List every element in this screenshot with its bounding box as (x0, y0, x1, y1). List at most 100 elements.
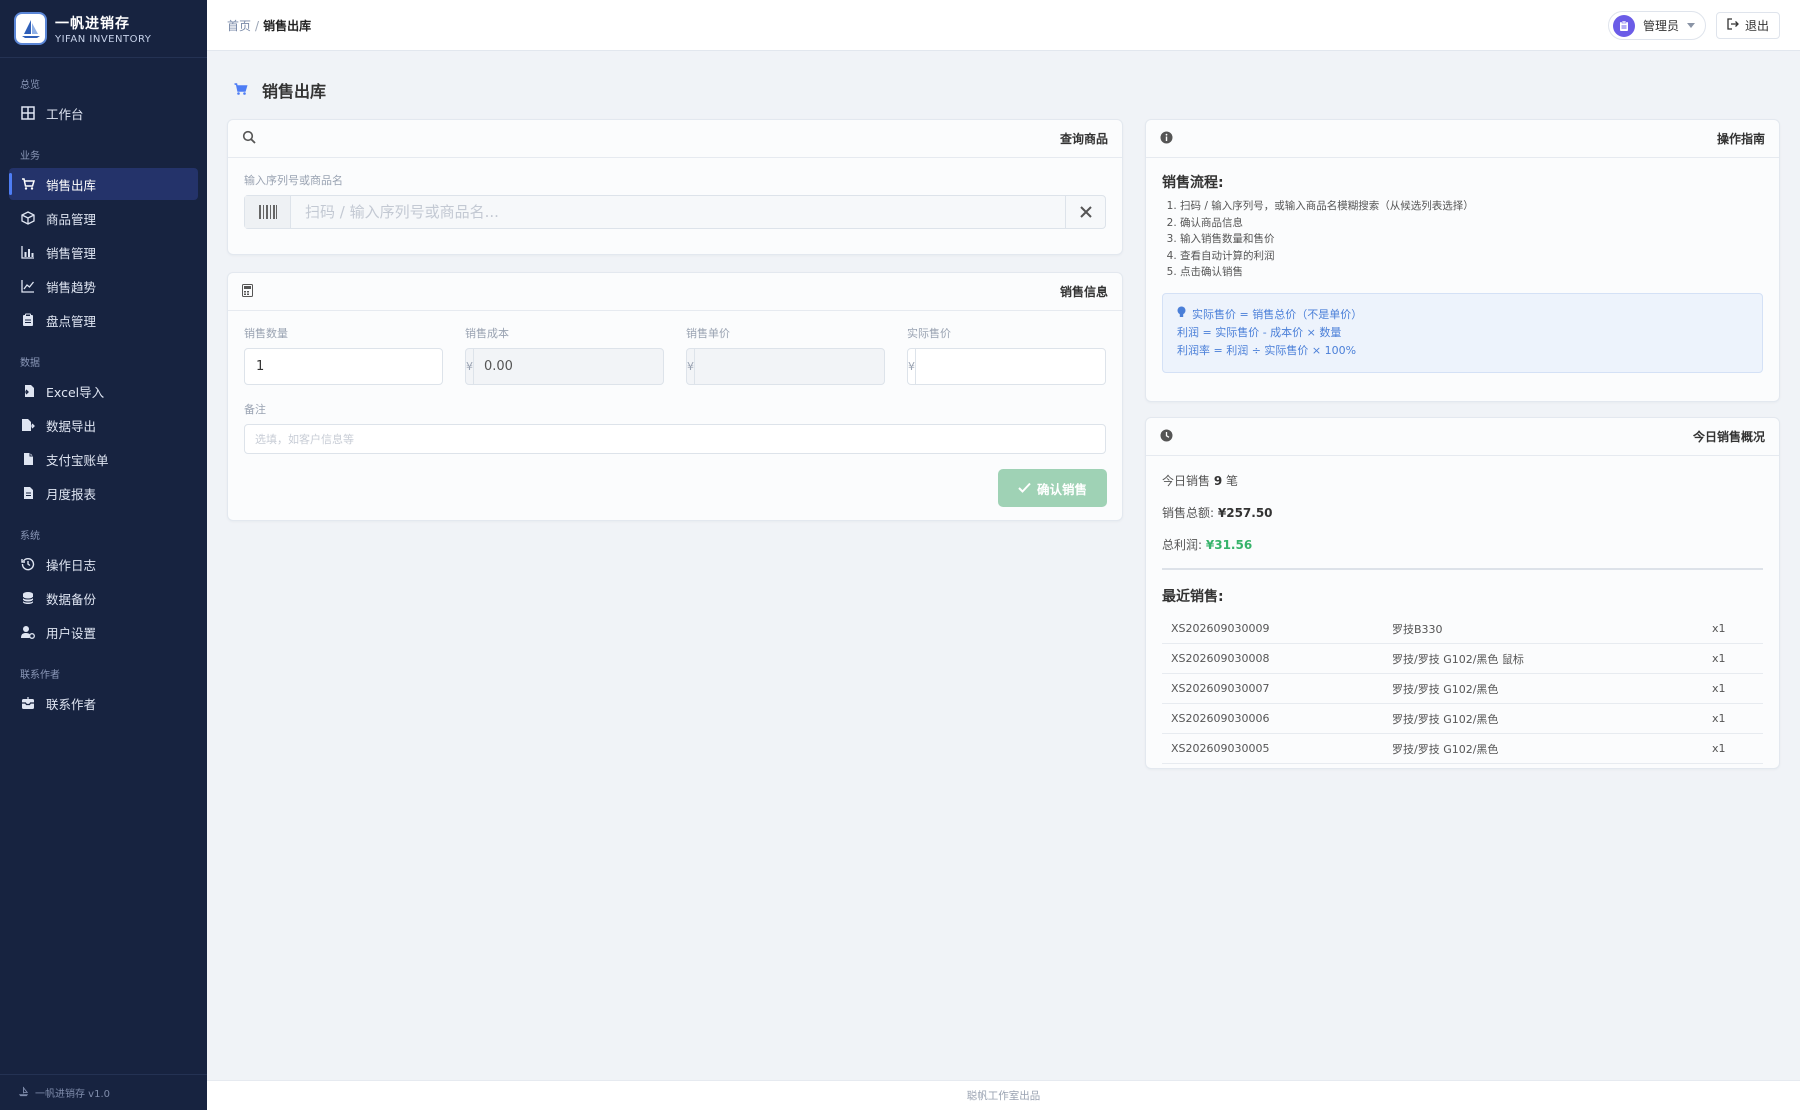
sidebar-item-monthly[interactable]: 月度报表 (9, 477, 198, 509)
count-suffix: 笔 (1226, 474, 1239, 488)
list-item[interactable]: XS202609030009 罗技B330 x1 (1162, 614, 1763, 644)
database-icon (20, 590, 36, 606)
flow-title: 销售流程: (1162, 175, 1224, 191)
sidebar-item-alipay[interactable]: 支付宝账单 (9, 443, 198, 475)
sidebar-item-label: 操作日志 (46, 557, 97, 573)
sidebar-item-label: 盘点管理 (46, 313, 97, 329)
sidebar-item-user-settings[interactable]: 用户设置 (9, 616, 198, 648)
yen-icon: ¥ (908, 349, 916, 384)
sidebar-item-op-log[interactable]: 操作日志 (9, 548, 198, 580)
brand-name: 一帆进销存 (55, 15, 130, 32)
page-footer: 聪帆工作室出品 (207, 1080, 1800, 1110)
footer-text: 聪帆工作室出品 (966, 1090, 1041, 1102)
quantity: x1 (1712, 682, 1726, 695)
actual-price-label: 实际售价 (907, 327, 951, 340)
user-menu[interactable]: 管理员 (1607, 11, 1706, 40)
sidebar-item-workbench[interactable]: 工作台 (9, 97, 198, 129)
search-input[interactable] (291, 196, 1065, 228)
section-business: 业务 (20, 151, 40, 162)
profit-value: ¥31.56 (1205, 538, 1253, 552)
mail-box-icon (20, 695, 36, 711)
search-group (244, 195, 1106, 229)
count-value: 9 (1213, 474, 1223, 488)
list-item[interactable]: XS202609030007 罗技/罗技 G102/黑色 x1 (1162, 674, 1763, 704)
confirm-sale-button[interactable]: 确认销售 (998, 469, 1107, 507)
sidebar-item-sales-mgmt[interactable]: 销售管理 (9, 236, 198, 268)
order-id: XS202609030006 (1171, 712, 1270, 725)
sidebar-item-inventory[interactable]: 盘点管理 (9, 304, 198, 336)
step-item: 扫码 / 输入序列号，或输入商品名模糊搜索（从候选列表选择） (1180, 198, 1763, 215)
sidebar-item-label: 数据备份 (46, 591, 97, 607)
file-text-icon (20, 485, 36, 501)
tip-box: 实际售价 = 销售总价（不是单价） 利润 = 实际售价 - 成本价 × 数量 利… (1162, 292, 1763, 373)
breadcrumb-separator: / (255, 18, 260, 33)
qty-label: 销售数量 (244, 327, 288, 340)
info-icon (1160, 131, 1173, 147)
sidebar-item-sales-trend[interactable]: 销售趋势 (9, 270, 198, 302)
file-icon (20, 451, 36, 467)
search-icon (242, 130, 256, 147)
version-text: 一帆进销存 v1.0 (35, 1089, 110, 1100)
sidebar-item-products[interactable]: 商品管理 (9, 202, 198, 234)
confirm-label: 确认销售 (1036, 481, 1087, 497)
quantity: x1 (1712, 712, 1726, 725)
logout-label: 退出 (1744, 19, 1769, 33)
product-name: 罗技/罗技 G102/黑色 (1392, 712, 1499, 726)
cart-icon (233, 81, 248, 100)
product-name: 罗技B330 (1392, 622, 1443, 636)
card-title: 查询商品 (1059, 132, 1108, 146)
today-count: 今日销售 9 笔 (1162, 472, 1763, 489)
actual-price-input[interactable] (916, 349, 1106, 384)
step-item: 查看自动计算的利润 (1180, 248, 1763, 265)
sidebar-item-excel-import[interactable]: Excel导入 (9, 375, 198, 407)
cost-label: 销售成本 (465, 327, 509, 340)
count-prefix: 今日销售 (1162, 474, 1211, 488)
list-item[interactable]: XS202609030006 罗技/罗技 G102/黑色 x1 (1162, 704, 1763, 734)
sidebar-item-backup[interactable]: 数据备份 (9, 582, 198, 614)
section-system: 系统 (20, 531, 40, 542)
order-id: XS202609030008 (1171, 652, 1270, 665)
total-label: 销售总额: (1162, 506, 1215, 520)
user-name: 管理员 (1642, 19, 1679, 33)
list-item[interactable]: XS202609030008 罗技/罗技 G102/黑色 鼠标 x1 (1162, 644, 1763, 674)
sidebar-item-data-export[interactable]: 数据导出 (9, 409, 198, 441)
sidebar-item-label: 月度报表 (46, 486, 97, 502)
today-total: 销售总额: ¥257.50 (1162, 504, 1763, 521)
order-id: XS202609030007 (1171, 682, 1270, 695)
page-title: 销售出库 (233, 78, 326, 102)
calculator-icon (242, 283, 253, 300)
close-icon[interactable] (1065, 196, 1105, 228)
sidebar-item-sales-out[interactable]: 销售出库 (9, 168, 198, 200)
unit-price-label: 销售单价 (686, 327, 730, 340)
clipboard-icon (20, 312, 36, 328)
tip-line: 利润 = 实际售价 - 成本价 × 数量 (1177, 325, 1342, 339)
quantity-input[interactable] (244, 348, 443, 385)
bar-chart-icon (20, 244, 36, 260)
cost-group: ¥ (465, 348, 664, 385)
chevron-down-icon (1687, 23, 1695, 28)
step-item: 确认商品信息 (1180, 215, 1763, 232)
barcode-icon (245, 196, 291, 228)
sidebar-item-contact-author[interactable]: 联系作者 (9, 687, 198, 719)
brand: 一帆进销存 YIFAN INVENTORY (0, 0, 207, 58)
history-icon (20, 556, 36, 572)
card-title: 销售信息 (1059, 285, 1108, 299)
remark-input[interactable] (244, 424, 1106, 454)
product-name: 罗技/罗技 G102/黑色 鼠标 (1392, 652, 1524, 666)
breadcrumb-home[interactable]: 首页 (227, 19, 251, 33)
list-item[interactable]: XS202609030005 罗技/罗技 G102/黑色 x1 (1162, 734, 1763, 764)
today-profit: 总利润: ¥31.56 (1162, 536, 1763, 553)
tip-line: 利润率 = 利润 ÷ 实际售价 × 100% (1177, 343, 1357, 357)
sidebar-item-label: Excel导入 (46, 384, 105, 400)
page-title-text: 销售出库 (262, 82, 327, 101)
yen-icon: ¥ (687, 349, 695, 384)
ship-icon (18, 1086, 29, 1100)
quantity: x1 (1712, 742, 1726, 755)
breadcrumb: 首页 / 销售出库 (227, 17, 311, 34)
sidebar-item-label: 销售出库 (46, 177, 97, 193)
sidebar-item-label: 销售趋势 (46, 279, 97, 295)
divider (1162, 568, 1763, 570)
sidebar-item-label: 支付宝账单 (46, 452, 109, 468)
logout-button[interactable]: 退出 (1715, 12, 1780, 39)
product-name: 罗技/罗技 G102/黑色 (1392, 682, 1499, 696)
